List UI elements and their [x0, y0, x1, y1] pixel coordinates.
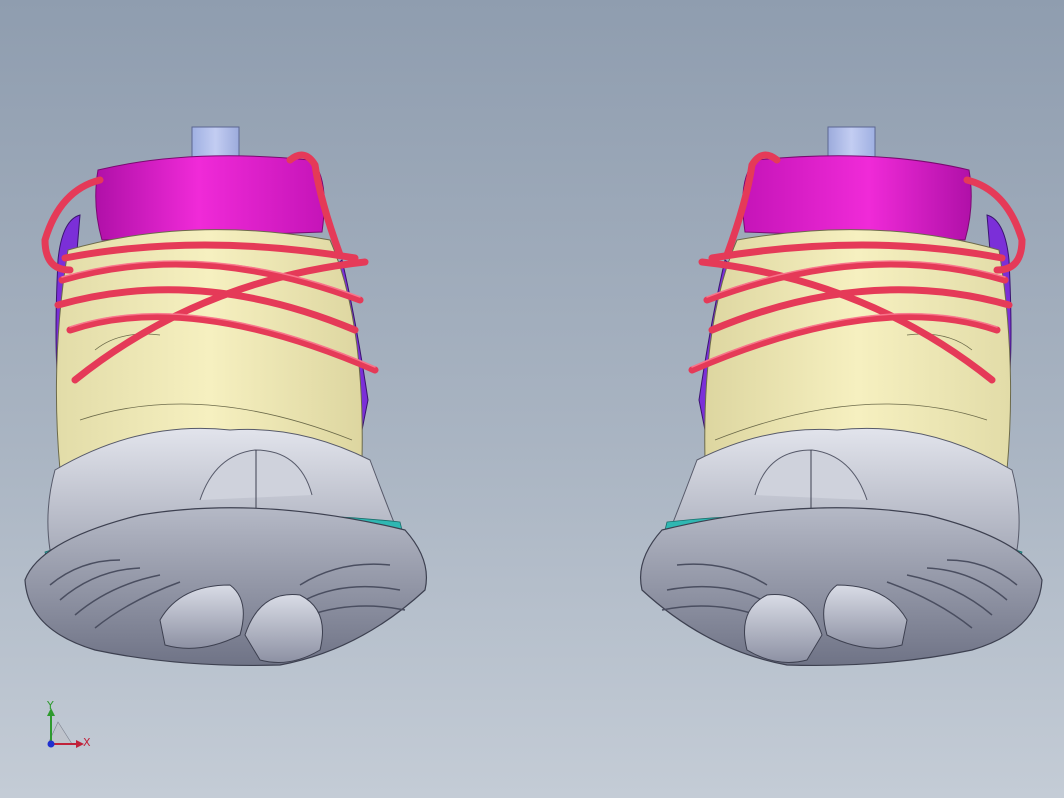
y-axis-label: Y — [47, 699, 54, 712]
left-shoe-model[interactable] — [25, 127, 426, 665]
z-axis-dot — [47, 740, 55, 748]
right-shoe-model[interactable] — [641, 127, 1042, 665]
coordinate-triad: Y X — [36, 700, 106, 760]
x-axis-label: X — [83, 736, 91, 749]
3d-model-viewport[interactable] — [0, 0, 1064, 798]
